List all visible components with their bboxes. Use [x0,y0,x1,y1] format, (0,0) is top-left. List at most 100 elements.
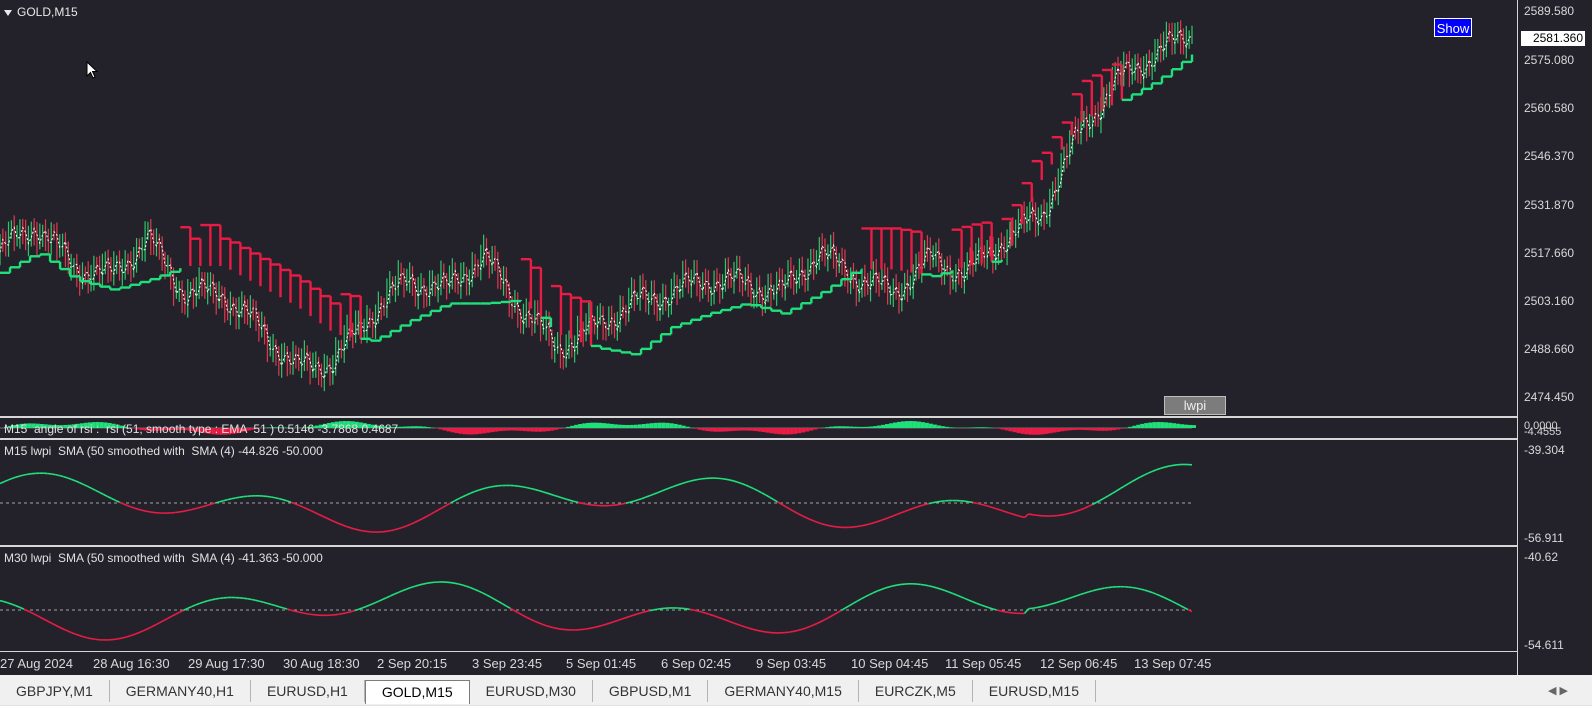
rsi-bar [977,427,981,428]
lwpi-line-segment [1064,514,1068,515]
rsi-bar [1044,428,1048,434]
rsi-bar [439,428,443,429]
tab-eurusd-m15[interactable]: EURUSD,M15 [973,680,1096,702]
lwpi-line-segment [415,585,419,586]
lwpi-line-segment [825,617,829,619]
lwpi-line-segment [742,626,746,627]
tab-scroll-arrows-icon[interactable]: ◀ ▶ [1548,684,1568,697]
lwpi-line-segment [953,594,957,596]
time-label: 29 Aug 17:30 [188,656,265,671]
pane-separator[interactable] [0,545,1592,547]
rsi-bar [403,427,407,428]
lwpi-line-segment [654,493,658,495]
rsi-bar [1056,428,1060,432]
lwpi-line-segment [179,511,183,512]
triangle-down-icon[interactable] [4,10,12,16]
rsi-bar [498,428,502,431]
lwpi-line-segment [144,511,148,512]
lwpi-line-segment [407,588,411,589]
lwpi-line-segment [1056,601,1060,602]
lwpi-line-segment [698,611,702,612]
rsi-bar [1180,424,1184,428]
rsi-bar [797,428,801,433]
tab-germany40-h1[interactable]: GERMANY40,H1 [110,680,251,702]
lwpi-line-segment [124,637,128,638]
lwpi-line-segment [909,508,913,509]
tab-eurusd-h1[interactable]: EURUSD,H1 [251,680,365,702]
time-axis[interactable]: 27 Aug 2024 28 Aug 16:30 29 Aug 17:30 30… [0,652,1517,675]
tab-gold-m15[interactable]: GOLD,M15 [365,680,470,704]
lwpi-line-segment [969,600,973,602]
rsi-bar [518,428,522,431]
symbol-label[interactable]: GOLD,M15 [4,5,78,19]
rsi-bar [1068,428,1072,430]
tab-gbpjpy-m1[interactable]: GBPJPY,M1 [0,680,110,702]
rsi-bar [506,428,510,431]
lwpi-line-segment [1072,596,1076,597]
rsi-bar [909,421,913,428]
lwpi-line-segment [726,479,730,480]
rsi-bar [1128,427,1132,428]
lwpi-line-segment [957,595,961,597]
lwpi-button[interactable]: lwpi [1164,396,1226,415]
chart-window[interactable]: GOLD,M15 Show lwpi M15 angle of rsi : rs… [0,0,1592,675]
lwpi-line-segment [873,522,877,523]
rsi-bar [765,428,769,433]
lwpi-line-segment [690,480,694,481]
lwpi-line-segment [1068,513,1072,514]
lwpi-line-segment [566,499,570,500]
lwpi-line-segment [1132,479,1136,481]
lwpi-line-segment [977,603,981,605]
rsi-bar [913,421,917,428]
tab-eurusd-m30[interactable]: EURUSD,M30 [470,680,593,702]
rsi-bar [889,423,893,428]
lwpi-line-segment [311,511,315,513]
lwpi-line-segment [981,605,985,606]
lwpi-line-segment [299,612,303,613]
lwpi-line-segment [387,596,391,598]
tab-gbpusd-m1[interactable]: GBPUSD,M1 [593,680,708,702]
lwpi-line-segment [893,585,897,586]
lwpi-line-segment [893,514,897,516]
rsi-bar [478,428,482,434]
lwpi-line-segment [694,610,698,611]
lwpi-line-segment [694,479,698,480]
rsi-bar [494,428,498,432]
rsi-bar [1148,423,1152,428]
lwpi-line-segment [347,527,351,528]
lwpi-line-segment [1088,591,1092,592]
rsi-bar [482,428,486,433]
lwpi-line-segment [1060,514,1064,515]
lwpi-line-segment [1033,608,1037,609]
show-button[interactable]: Show [1434,18,1472,37]
lwpi-line-segment [602,624,606,625]
lwpi-line-segment [702,612,706,613]
price-label: 2474.450 [1524,390,1574,404]
lwpi-line-segment [965,501,969,502]
lwpi-line-segment [869,523,873,524]
lwpi-line-segment [885,587,889,588]
rsi-bar [546,428,550,431]
tab-eurczk-m5[interactable]: EURCZK,M5 [859,680,973,702]
lwpi-line-segment [411,586,415,587]
lwpi-line-segment [287,501,291,502]
lwpi-line-segment [1005,612,1009,613]
rsi-bar [757,428,761,431]
lwpi-line-segment [542,624,546,625]
main-price-pane[interactable] [0,0,1517,416]
lwpi-line-segment [1044,605,1048,606]
lwpi-line-segment [466,493,470,495]
lwpi-line-segment [291,502,295,503]
pane-separator[interactable] [0,438,1592,440]
lwpi-line-segment [897,584,901,585]
rsi-bar [945,427,949,428]
rsi-bar [1072,428,1076,430]
rsi-bar [749,428,753,431]
lwpi-line-segment [917,506,921,507]
tab-germany40-m15[interactable]: GERMANY40,M15 [708,680,858,702]
rsi-bar [658,423,662,428]
lwpi-line-segment [100,492,104,494]
lwpi-line-segment [108,497,112,499]
rsi-bar [1120,428,1124,429]
lwpi-line-segment [626,502,630,503]
